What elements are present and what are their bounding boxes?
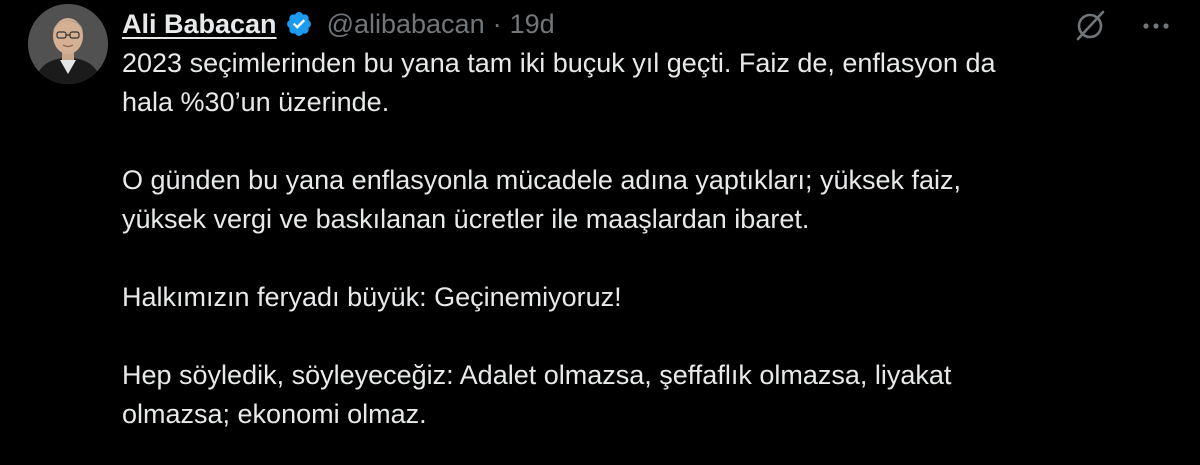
- tweet-paragraph: Hep söyledik, söyleyeceğiz: Adalet olmaz…: [122, 360, 952, 429]
- handle[interactable]: @alibabacan: [327, 9, 485, 40]
- timestamp[interactable]: 19d: [510, 9, 555, 40]
- separator-dot: ·: [492, 8, 502, 39]
- tweet-text: 2023 seçimlerinden bu yana tam iki buçuk…: [122, 44, 1162, 434]
- verified-badge-icon: [285, 10, 313, 38]
- tweet-paragraph: O günden bu yana enflasyonla mücadele ad…: [122, 165, 962, 234]
- display-name[interactable]: Ali Babacan: [122, 9, 277, 40]
- more-options-icon[interactable]: [1138, 8, 1174, 44]
- avatar[interactable]: [28, 4, 108, 84]
- tweet-actions: [1070, 6, 1174, 46]
- tweet-paragraph: 2023 seçimlerinden bu yana tam iki buçuk…: [122, 48, 996, 117]
- grok-icon[interactable]: [1070, 6, 1110, 46]
- tweet[interactable]: Ali Babacan @alibabacan · 19d 2023 seçim…: [0, 0, 1200, 465]
- avatar-image: [28, 4, 108, 84]
- tweet-paragraph: Halkımızın feryadı büyük: Geçinemiyoruz!: [122, 282, 622, 312]
- tweet-header: Ali Babacan @alibabacan · 19d: [122, 6, 555, 42]
